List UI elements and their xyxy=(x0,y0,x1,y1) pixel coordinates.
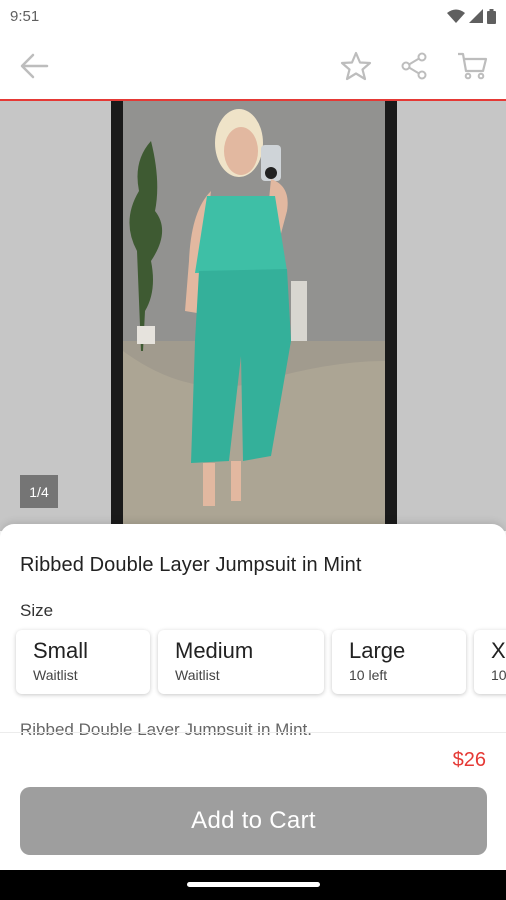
size-option-status: Waitlist xyxy=(175,667,220,683)
battery-icon xyxy=(487,8,496,24)
status-time: 9:51 xyxy=(10,7,40,25)
size-option-name: Medium xyxy=(175,638,254,663)
signal-icon xyxy=(469,9,483,23)
size-option-x[interactable]: X 10 xyxy=(474,630,506,694)
size-label: Size xyxy=(20,601,54,620)
size-option-large[interactable]: Large 10 left xyxy=(332,630,466,694)
product-image-gallery[interactable]: 1/4 xyxy=(0,101,506,531)
home-indicator[interactable] xyxy=(187,882,320,887)
back-button[interactable] xyxy=(16,48,52,84)
app-bar-actions xyxy=(338,48,490,84)
product-photo xyxy=(111,101,397,531)
add-to-cart-button[interactable]: Add to Cart xyxy=(20,787,487,855)
size-option-small[interactable]: Small Waitlist xyxy=(16,630,150,694)
product-screen: 9:51 1/4 Ribbed Double Layer Jumpsuit in… xyxy=(0,0,506,900)
product-price: $26 xyxy=(452,749,486,771)
size-option-status: 10 left xyxy=(349,667,388,683)
status-bar: 9:51 xyxy=(0,0,506,32)
share-icon xyxy=(401,52,427,79)
app-bar xyxy=(0,32,506,99)
size-options: Small Waitlist Medium Waitlist Large 10 … xyxy=(16,630,506,694)
size-option-medium[interactable]: Medium Waitlist xyxy=(158,630,324,694)
share-button[interactable] xyxy=(396,48,432,84)
favorite-button[interactable] xyxy=(338,48,374,84)
image-page-counter: 1/4 xyxy=(20,475,58,508)
star-icon xyxy=(340,51,372,80)
size-option-name: X xyxy=(491,638,506,663)
system-nav-bar xyxy=(0,870,506,900)
product-photo-illustration xyxy=(111,101,397,531)
product-details-sheet: Ribbed Double Layer Jumpsuit in Mint Siz… xyxy=(0,524,506,900)
cart-button[interactable] xyxy=(454,48,490,84)
status-icons xyxy=(447,8,496,24)
wifi-icon xyxy=(447,9,465,23)
description-divider xyxy=(0,732,506,734)
size-option-name: Small xyxy=(33,638,89,663)
size-option-status: 10 xyxy=(491,667,506,683)
product-title: Ribbed Double Layer Jumpsuit in Mint xyxy=(20,554,362,576)
back-arrow-icon xyxy=(20,53,49,78)
cart-icon xyxy=(458,52,488,79)
size-option-name: Large xyxy=(349,638,406,663)
size-option-status: Waitlist xyxy=(33,667,78,683)
